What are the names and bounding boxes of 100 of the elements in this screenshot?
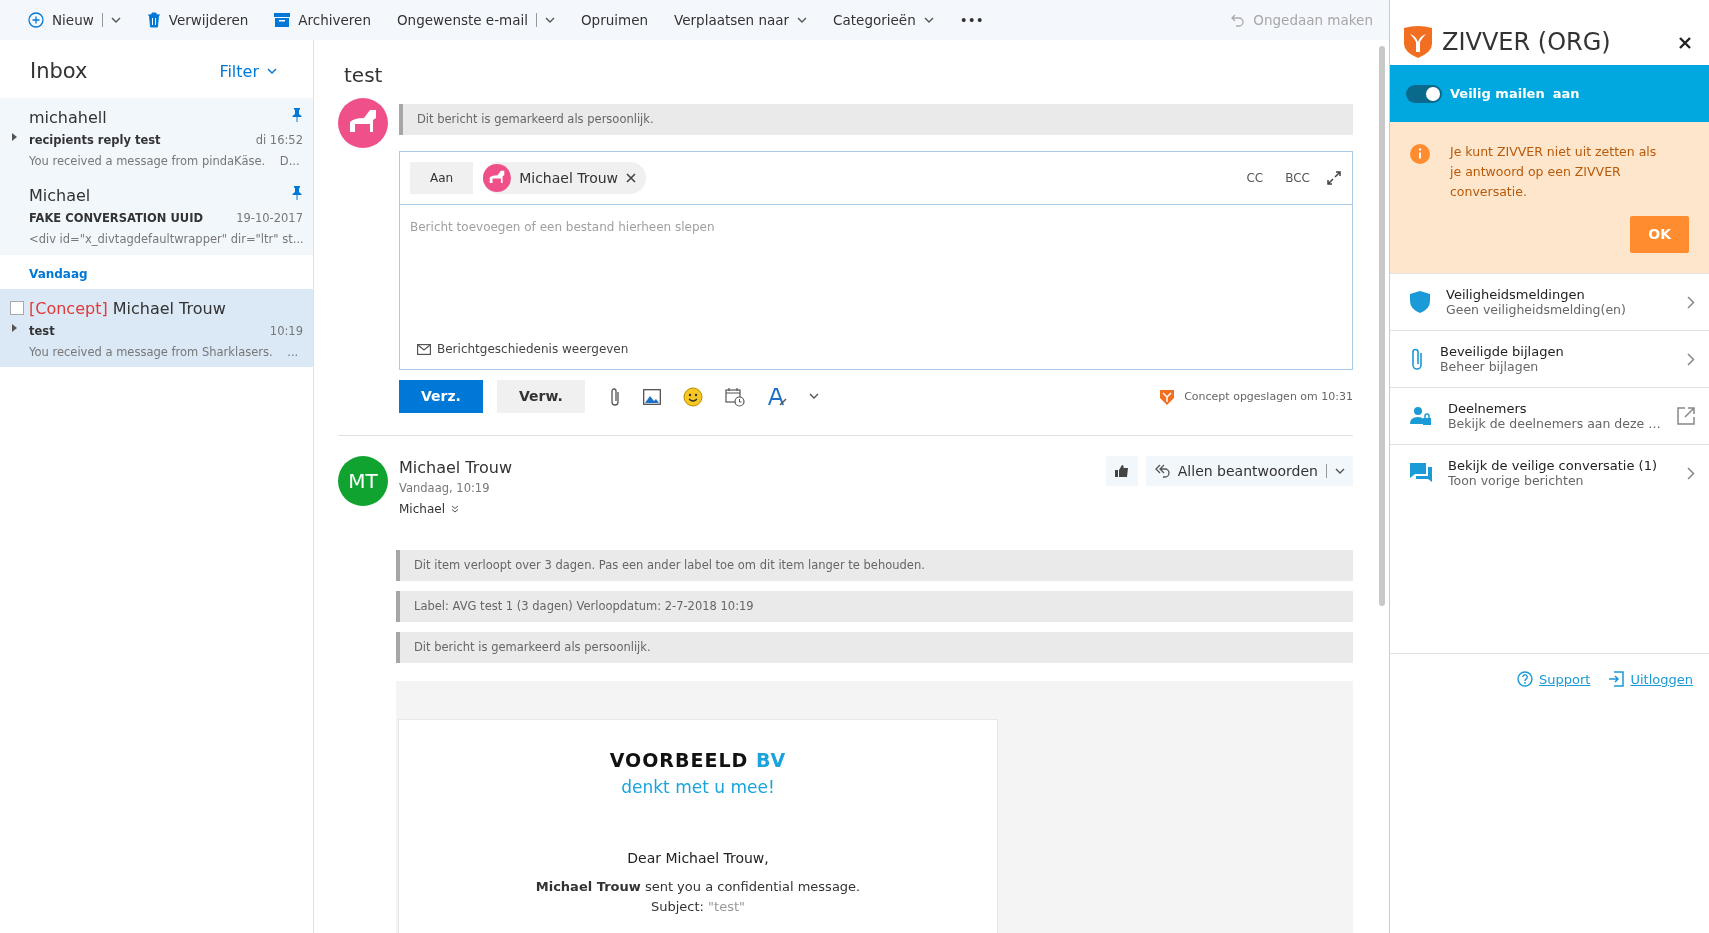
expand-icon[interactable] xyxy=(12,132,17,141)
caret-icon[interactable] xyxy=(1335,467,1345,475)
caret-icon[interactable] xyxy=(923,16,934,24)
message-subject: test xyxy=(29,322,55,340)
message-preview: You received a message from pindaKäse. D... xyxy=(29,152,301,170)
info-icon xyxy=(1410,144,1430,164)
undo-icon xyxy=(1231,13,1246,27)
message-time: 10:19 xyxy=(269,322,303,340)
alert-text: Je kunt ZIVVER niet uit zetten als je antwoord op een ZIVVER conversatie. xyxy=(1450,143,1658,201)
chevron-icon xyxy=(1687,466,1695,480)
folder-title: Inbox xyxy=(30,58,88,85)
avatar-icon xyxy=(338,98,388,148)
conversation-title: test xyxy=(344,62,384,89)
calendar-clock-icon xyxy=(724,386,745,407)
close-icon[interactable] xyxy=(626,173,637,184)
reply-all-icon xyxy=(1153,463,1170,480)
toolbar-button[interactable]: Ongewenste e-mail xyxy=(395,5,557,35)
pin-icon[interactable] xyxy=(292,107,302,122)
sender-avatar: MT xyxy=(338,456,388,507)
to-button[interactable]: Aan xyxy=(410,162,474,195)
trash-icon xyxy=(146,12,161,28)
reply-all-button[interactable]: Allen beantwoorden xyxy=(1145,456,1353,487)
chevron-icon xyxy=(1687,352,1695,366)
toolbar-button[interactable]: Nieuw xyxy=(26,5,123,35)
thumbs-up-icon xyxy=(1114,465,1129,478)
expand-icon[interactable] xyxy=(1326,170,1342,187)
toggle-label: Veilig mailen xyxy=(1450,84,1545,103)
caret-icon[interactable] xyxy=(808,393,819,401)
expand-icon[interactable] xyxy=(12,323,17,332)
close-icon xyxy=(1679,37,1691,49)
history-link[interactable]: Berichtgeschiedenis weergeven xyxy=(411,339,635,360)
recipients-toggle[interactable]: Michael xyxy=(399,499,459,518)
image-icon xyxy=(642,388,661,405)
message-item[interactable]: Michael FAKE CONVERSATION UUID 19-10-2017 <div id="x_divtagdefaultwrapper" dir="ltr" st... xyxy=(0,176,313,255)
discard-button[interactable]: Verw. xyxy=(496,380,585,414)
cc-button[interactable]: CC xyxy=(1240,168,1270,189)
message-preview: <div id="x_divtagdefaultwrapper" dir="ltr" st... xyxy=(29,231,303,249)
shield-icon xyxy=(1410,291,1430,313)
help-icon xyxy=(1517,671,1534,688)
message-field[interactable]: Bericht toevoegen of een bestand hierheen slepen xyxy=(410,218,1342,237)
recipient-chip[interactable]: Michael Trouw xyxy=(483,162,647,195)
message-item[interactable]: [Concept] Michael Trouw test 10:19 You received a message from Sharklasers. ... xyxy=(0,288,313,367)
user-lock-icon xyxy=(1410,406,1432,426)
toggle-switch[interactable] xyxy=(1406,84,1442,103)
sender-name: michahell xyxy=(29,106,107,129)
toolbar-button[interactable]: Opruimen xyxy=(579,5,651,35)
toggle-state: aan xyxy=(1552,84,1580,103)
paperclip-icon xyxy=(608,386,621,407)
text-format-icon xyxy=(766,386,787,407)
message-time: 19-10-2017 xyxy=(236,210,303,227)
caret-icon[interactable] xyxy=(267,68,277,76)
saved-status: Concept opgeslagen om 10:31 xyxy=(1184,388,1353,405)
info-bar: Dit bericht is gemarkeerd als persoonlijk. xyxy=(399,104,1353,136)
message-preview: You received a message from Sharklasers. ... xyxy=(29,343,300,361)
toolbar-button[interactable]: Categorieën xyxy=(831,5,936,35)
checkbox[interactable] xyxy=(10,300,24,315)
chevron-icon xyxy=(450,504,459,513)
envelope-icon xyxy=(417,343,431,355)
message-time: di 16:52 xyxy=(255,131,303,149)
shield-icon xyxy=(1160,388,1175,405)
brand-logo: VOORBEELD BV xyxy=(608,748,788,774)
sender-name: [Concept] Michael Trouw xyxy=(29,297,226,320)
info-bar: Label: AVG test 1 (3 dagen) Verloopdatum: 2-7-2018 10:19 xyxy=(396,590,1353,622)
message-item[interactable]: michahell recipients reply test di 16:52 You received a message from pindaKäse. D... xyxy=(0,97,313,176)
panel-title: ZIVVER (ORG) xyxy=(1442,26,1612,58)
send-button[interactable]: Verz. xyxy=(399,380,483,414)
message-subject: FAKE CONVERSATION UUID xyxy=(29,210,203,227)
message-sentence: Michael Trouw sent you a confidential message. xyxy=(534,878,862,897)
message-subject: recipients reply test xyxy=(29,131,161,149)
scrollbar[interactable] xyxy=(1379,46,1385,606)
info-bar: Dit bericht is gemarkeerd als persoonlijk. xyxy=(396,632,1353,664)
sender-name: Michael xyxy=(29,185,91,207)
subject-line: Subject: "test" xyxy=(649,897,747,916)
avatar-icon xyxy=(483,164,512,193)
logout-icon xyxy=(1608,671,1625,688)
caret-icon[interactable] xyxy=(110,16,121,24)
external-link-icon xyxy=(1677,407,1695,425)
sender-name: Michael Trouw xyxy=(399,457,514,480)
brand-tagline: denkt met u mee! xyxy=(620,775,776,799)
chevron-icon xyxy=(1687,295,1695,309)
group-header: Vandaag xyxy=(28,265,89,283)
smiley-icon xyxy=(682,386,703,407)
like-button[interactable] xyxy=(1105,456,1138,487)
bcc-button[interactable]: BCC xyxy=(1279,168,1316,189)
caret-icon[interactable] xyxy=(545,16,555,24)
pin-icon[interactable] xyxy=(292,186,302,200)
filter-button[interactable]: Filter xyxy=(213,58,283,85)
toolbar-button[interactable]: Verwijderen xyxy=(144,5,251,35)
archive-icon xyxy=(274,13,291,27)
caret-icon[interactable] xyxy=(797,16,808,24)
paperclip-icon xyxy=(1410,347,1424,371)
shield-logo-icon xyxy=(1404,25,1432,58)
plus-icon xyxy=(28,12,44,28)
greeting: Dear Michael Trouw, xyxy=(626,849,770,869)
chat-icon xyxy=(1410,463,1432,483)
info-bar: Dit item verloopt over 3 dagen. Pas een ander label toe om dit item langer te behouden. xyxy=(396,549,1353,581)
toolbar-button[interactable]: Verplaatsen naar xyxy=(672,5,810,35)
message-date: Vandaag, 10:19 xyxy=(399,480,491,498)
toolbar-button[interactable]: Archiveren xyxy=(272,5,373,35)
toolbar-button[interactable]: ••• xyxy=(957,5,986,35)
